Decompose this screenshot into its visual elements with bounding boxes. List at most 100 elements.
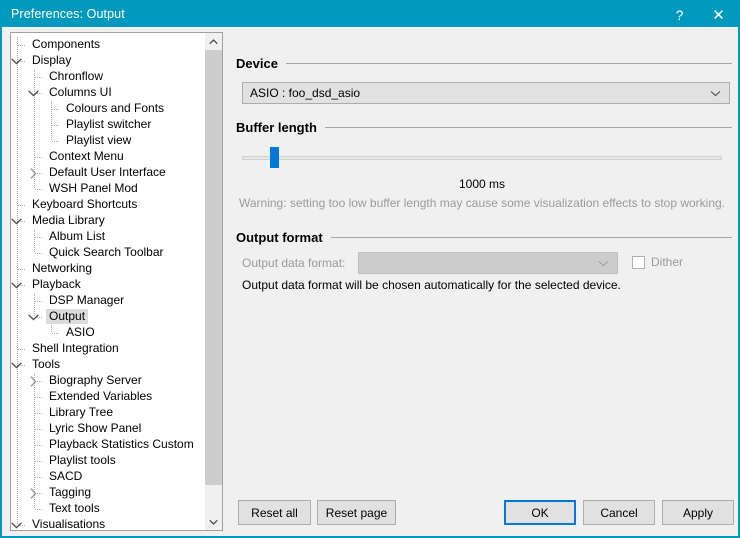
- tree-item-components[interactable]: Components: [11, 37, 206, 53]
- tree-item-shell-integration[interactable]: Shell Integration: [11, 341, 206, 357]
- tree-item-label: Shell Integration: [32, 341, 119, 355]
- tree-item-asio[interactable]: ASIO: [11, 325, 206, 341]
- tree-item-album-list[interactable]: Album List: [11, 229, 206, 245]
- tree-item-output[interactable]: Output: [11, 309, 206, 325]
- slider-track[interactable]: [242, 156, 722, 160]
- tree-item-library-tree[interactable]: Library Tree: [11, 405, 206, 421]
- tree-guide: [17, 469, 18, 485]
- tree-elbow: [35, 509, 43, 510]
- help-button[interactable]: ?: [660, 2, 699, 27]
- tree-item-extended-variables[interactable]: Extended Variables: [11, 389, 206, 405]
- output-format-group-title: Output format: [236, 230, 323, 245]
- tree-elbow: [35, 301, 43, 302]
- tree-item-label: Tagging: [49, 485, 92, 499]
- tree-item-tagging[interactable]: Tagging: [11, 485, 206, 501]
- reset-all-button[interactable]: Reset all: [238, 500, 311, 525]
- caption-buttons: ? ✕: [660, 2, 738, 27]
- tree-elbow: [35, 77, 43, 78]
- tree-item-keyboard-shortcuts[interactable]: Keyboard Shortcuts: [11, 197, 206, 213]
- tree-item-label: Chronflow: [49, 69, 104, 83]
- scroll-up-icon[interactable]: [205, 33, 222, 50]
- settings-pane: Device ASIO : foo_dsd_asio Buffer length…: [232, 27, 732, 532]
- device-combobox[interactable]: ASIO : foo_dsd_asio: [242, 82, 730, 104]
- buffer-length-slider[interactable]: [242, 143, 722, 173]
- tree-item-label: Playlist tools: [49, 453, 116, 467]
- tree-item-display[interactable]: Display: [11, 53, 206, 69]
- tree-guide: [17, 245, 18, 261]
- device-group-header: Device: [236, 56, 732, 71]
- close-icon[interactable]: ✕: [699, 2, 738, 27]
- device-group-title: Device: [236, 56, 278, 71]
- tree-scroll-area: Components Display Chronflow Columns UI Colo…: [11, 33, 206, 530]
- cancel-button[interactable]: Cancel: [583, 500, 655, 525]
- tree-item-context-menu[interactable]: Context Menu: [11, 149, 206, 165]
- tree-elbow: [52, 109, 60, 110]
- preferences-window: Preferences: Output ? ✕ Components Displa…: [0, 0, 740, 538]
- tree-item-label: Networking: [32, 261, 93, 275]
- tree-item-label: SACD: [49, 469, 83, 483]
- tree-guide: [17, 293, 18, 309]
- tree-item-label: ASIO: [66, 325, 95, 339]
- chevron-down-icon[interactable]: [11, 53, 24, 69]
- tree-item-label: Extended Variables: [49, 389, 153, 403]
- tree-item-playback-statistics-custom[interactable]: Playback Statistics Custom: [11, 437, 206, 453]
- output-format-group-rule: [330, 237, 732, 238]
- tree-item-networking[interactable]: Networking: [11, 261, 206, 277]
- tree-guide: [34, 181, 35, 189]
- dither-checkbox-row[interactable]: Dither: [632, 255, 683, 269]
- tree-item-columns-ui[interactable]: Columns UI: [11, 85, 206, 101]
- tree-elbow: [35, 157, 43, 158]
- chevron-down-icon[interactable]: [11, 213, 24, 229]
- tree-item-lyric-show-panel[interactable]: Lyric Show Panel: [11, 421, 206, 437]
- tree-guide: [17, 437, 18, 453]
- tree-item-visualisations[interactable]: Visualisations: [11, 517, 206, 530]
- tree-item-tools[interactable]: Tools: [11, 357, 206, 373]
- tree-elbow: [35, 253, 43, 254]
- tree-item-label: Text tools: [49, 501, 100, 515]
- chevron-right-icon[interactable]: [25, 373, 41, 389]
- output-data-format-combobox[interactable]: [358, 252, 618, 274]
- tree-item-playback[interactable]: Playback: [11, 277, 206, 293]
- dialog-buttons: Reset all Reset page OK Cancel Apply: [232, 500, 734, 526]
- chevron-down-icon[interactable]: [11, 517, 24, 530]
- tree-elbow: [35, 445, 43, 446]
- tree-scrollbar[interactable]: [204, 33, 222, 530]
- tree-item-quick-search-toolbar[interactable]: Quick Search Toolbar: [11, 245, 206, 261]
- slider-thumb[interactable]: [270, 147, 279, 168]
- chevron-down-icon[interactable]: [25, 309, 41, 325]
- reset-page-button[interactable]: Reset page: [317, 500, 396, 525]
- tree-item-label: Library Tree: [49, 405, 114, 419]
- apply-button[interactable]: Apply: [662, 500, 734, 525]
- tree-elbow: [35, 397, 43, 398]
- tree-item-dsp-manager[interactable]: DSP Manager: [11, 293, 206, 309]
- tree-item-default-user-interface[interactable]: Default User Interface: [11, 165, 206, 181]
- tree-item-wsh-panel-mod[interactable]: WSH Panel Mod: [11, 181, 206, 197]
- tree-item-label: Quick Search Toolbar: [49, 245, 164, 259]
- tree-item-playlist-view[interactable]: Playlist view: [11, 133, 206, 149]
- ok-button[interactable]: OK: [504, 500, 576, 525]
- tree-item-sacd[interactable]: SACD: [11, 469, 206, 485]
- tree-item-label: Lyric Show Panel: [49, 421, 142, 435]
- tree-guide: [34, 101, 35, 117]
- tree-elbow: [18, 269, 26, 270]
- chevron-down-icon[interactable]: [11, 357, 24, 373]
- tree-item-colours-and-fonts[interactable]: Colours and Fonts: [11, 101, 206, 117]
- scroll-down-icon[interactable]: [205, 513, 222, 530]
- tree-guide: [17, 133, 18, 149]
- tree-item-playlist-tools[interactable]: Playlist tools: [11, 453, 206, 469]
- tree-item-text-tools[interactable]: Text tools: [11, 501, 206, 517]
- chevron-right-icon[interactable]: [25, 165, 41, 181]
- tree-item-chronflow[interactable]: Chronflow: [11, 69, 206, 85]
- tree-item-media-library[interactable]: Media Library: [11, 213, 206, 229]
- tree-guide: [17, 325, 18, 341]
- scrollbar-thumb[interactable]: [205, 50, 222, 485]
- chevron-down-icon[interactable]: [25, 85, 41, 101]
- tree-guide: [34, 245, 35, 253]
- tree-item-biography-server[interactable]: Biography Server: [11, 373, 206, 389]
- chevron-down-icon[interactable]: [11, 277, 24, 293]
- tree-item-playlist-switcher[interactable]: Playlist switcher: [11, 117, 206, 133]
- chevron-right-icon[interactable]: [25, 485, 41, 501]
- dither-checkbox[interactable]: [632, 255, 645, 269]
- tree-elbow: [35, 237, 43, 238]
- buffer-warning-text: Warning: setting too low buffer length m…: [238, 196, 726, 210]
